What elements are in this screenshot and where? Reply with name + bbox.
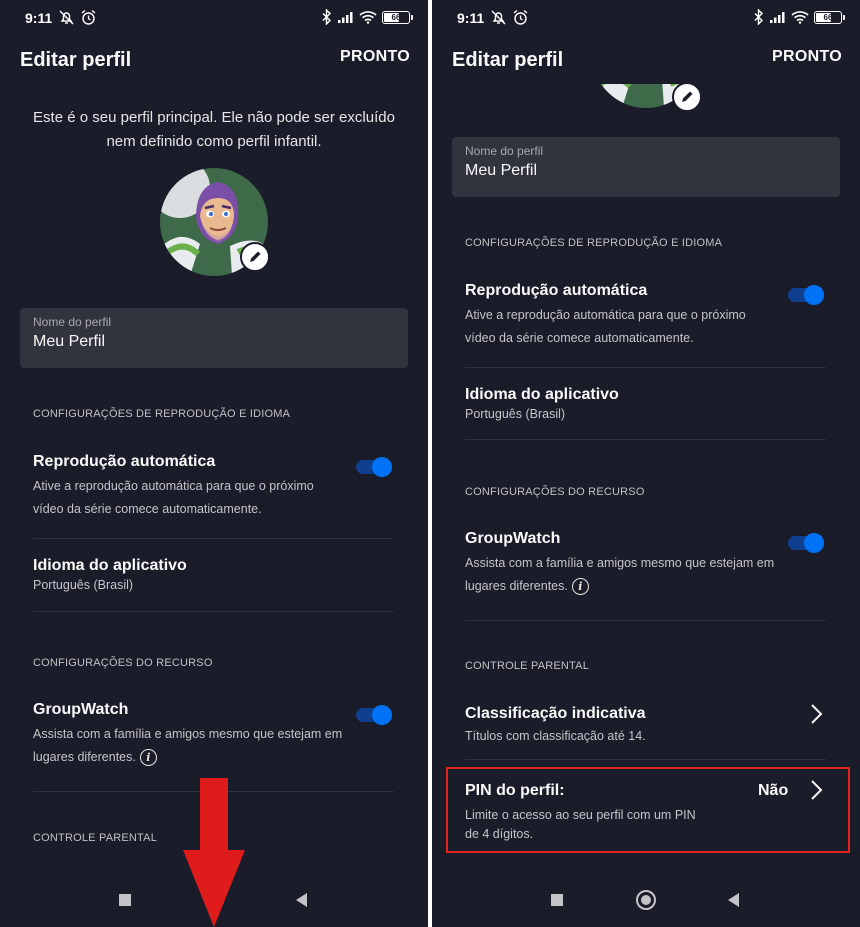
back-button[interactable] bbox=[728, 893, 739, 907]
groupwatch-toggle[interactable] bbox=[356, 705, 392, 725]
section-header-playback: CONFIGURAÇÕES DE REPRODUÇÃO E IDIOMA bbox=[33, 408, 291, 420]
intro-text: Este é o seu perfil principal. Ele não p… bbox=[33, 109, 395, 150]
pencil-icon bbox=[250, 251, 261, 262]
done-button[interactable]: PRONTO bbox=[772, 48, 842, 66]
battery-icon: 66 bbox=[382, 10, 413, 24]
page-title: Editar perfil bbox=[20, 49, 132, 71]
groupwatch-toggle[interactable] bbox=[788, 533, 824, 553]
info-icon[interactable]: i bbox=[139, 749, 157, 767]
status-time: 9:11 bbox=[457, 10, 485, 26]
mute-icon bbox=[59, 10, 74, 25]
divider bbox=[465, 439, 826, 440]
scroll-down-arrow-annotation bbox=[183, 778, 245, 927]
system-nav-bar bbox=[432, 875, 860, 927]
home-button[interactable] bbox=[636, 890, 656, 910]
battery-level: 66 bbox=[391, 12, 401, 22]
chevron-right-icon[interactable] bbox=[808, 703, 824, 725]
groupwatch-title: GroupWatch bbox=[33, 701, 129, 718]
battery-level: 66 bbox=[823, 12, 833, 22]
phone-screen-left: 9:11 66 Editar perfil PRONTO Este é o se… bbox=[0, 0, 428, 927]
profile-pin-value: Não bbox=[758, 782, 789, 799]
autoplay-description: Ative a reprodução automática para que o… bbox=[465, 308, 746, 345]
edit-avatar-button[interactable] bbox=[240, 242, 270, 272]
done-button[interactable]: PRONTO bbox=[340, 48, 410, 66]
bluetooth-icon bbox=[322, 9, 331, 25]
divider bbox=[465, 620, 826, 621]
mute-icon bbox=[491, 10, 506, 25]
groupwatch-description: Assista com a família e amigos mesmo que… bbox=[465, 556, 775, 593]
status-time: 9:11 bbox=[25, 10, 53, 26]
app-language-title: Idioma do aplicativo bbox=[465, 386, 619, 403]
autoplay-description: Ative a reprodução automática para que o… bbox=[33, 479, 314, 516]
app-header: Editar perfil PRONTO bbox=[0, 36, 428, 84]
avatar-clip bbox=[432, 84, 860, 124]
alarm-icon bbox=[513, 9, 528, 25]
profile-name-field[interactable]: Nome do perfil Meu Perfil bbox=[452, 137, 840, 197]
app-language-setting[interactable]: Idioma do aplicativo Português (Brasil) bbox=[33, 557, 398, 592]
section-header-features: CONFIGURAÇÕES DO RECURSO bbox=[465, 486, 645, 498]
wifi-icon bbox=[359, 11, 377, 24]
groupwatch-description: Assista com a família e amigos mesmo que… bbox=[33, 727, 343, 764]
profile-name-field[interactable]: Nome do perfil Meu Perfil bbox=[20, 308, 408, 368]
divider bbox=[33, 538, 394, 539]
profile-name-value: Meu Perfil bbox=[465, 162, 538, 179]
groupwatch-setting: GroupWatch Assista com a família e amigo… bbox=[33, 701, 398, 769]
profile-pin-description: Limite o acesso ao seu perfil com um PIN… bbox=[465, 808, 696, 841]
signal-icon bbox=[770, 12, 785, 23]
avatar[interactable] bbox=[592, 84, 702, 112]
autoplay-title: Reprodução automática bbox=[465, 282, 648, 299]
recents-button[interactable] bbox=[551, 894, 563, 906]
recents-button[interactable] bbox=[119, 894, 131, 906]
pencil-icon bbox=[682, 91, 693, 102]
section-header-parental: CONTROLE PARENTAL bbox=[33, 832, 158, 844]
page-title: Editar perfil bbox=[452, 49, 564, 71]
battery-icon: 66 bbox=[814, 10, 845, 24]
rating-title: Classificação indicativa bbox=[465, 705, 646, 722]
status-bar: 9:11 66 bbox=[0, 0, 428, 36]
app-language-setting[interactable]: Idioma do aplicativo Português (Brasil) bbox=[465, 386, 830, 421]
edit-avatar-button[interactable] bbox=[672, 84, 702, 112]
section-header-playback: CONFIGURAÇÕES DE REPRODUÇÃO E IDIOMA bbox=[465, 237, 723, 249]
groupwatch-setting: GroupWatch Assista com a família e amigo… bbox=[465, 530, 830, 598]
profile-name-label: Nome do perfil bbox=[465, 144, 544, 158]
section-header-parental: CONTROLE PARENTAL bbox=[465, 660, 590, 672]
profile-name-value: Meu Perfil bbox=[33, 333, 106, 350]
divider bbox=[465, 367, 826, 368]
rating-setting[interactable]: Classificação indicativa Títulos com cla… bbox=[465, 705, 830, 743]
app-header: Editar perfil PRONTO bbox=[432, 36, 860, 84]
app-language-value: Português (Brasil) bbox=[33, 578, 134, 592]
back-button[interactable] bbox=[296, 893, 307, 907]
wifi-icon bbox=[791, 11, 809, 24]
rating-description: Títulos com classificação até 14. bbox=[465, 729, 646, 743]
autoplay-title: Reprodução automática bbox=[33, 453, 216, 470]
autoplay-setting: Reprodução automática Ative a reprodução… bbox=[33, 453, 398, 521]
status-bar: 9:11 66 bbox=[432, 0, 860, 36]
section-header-features: CONFIGURAÇÕES DO RECURSO bbox=[33, 657, 213, 669]
alarm-icon bbox=[81, 9, 96, 25]
divider bbox=[465, 759, 826, 760]
autoplay-toggle[interactable] bbox=[356, 457, 392, 477]
avatar[interactable] bbox=[160, 168, 270, 276]
bluetooth-icon bbox=[754, 9, 763, 25]
info-icon[interactable]: i bbox=[571, 578, 589, 596]
app-language-title: Idioma do aplicativo bbox=[33, 557, 187, 574]
chevron-right-icon[interactable] bbox=[808, 779, 824, 801]
groupwatch-title: GroupWatch bbox=[465, 530, 561, 547]
profile-name-label: Nome do perfil bbox=[33, 315, 112, 329]
divider bbox=[33, 611, 394, 612]
signal-icon bbox=[338, 12, 353, 23]
app-language-value: Português (Brasil) bbox=[465, 407, 566, 421]
autoplay-setting: Reprodução automática Ative a reprodução… bbox=[465, 282, 830, 350]
phone-screen-right: 9:11 66 Editar perfil PRONTO Nome do per… bbox=[432, 0, 860, 927]
autoplay-toggle[interactable] bbox=[788, 285, 824, 305]
